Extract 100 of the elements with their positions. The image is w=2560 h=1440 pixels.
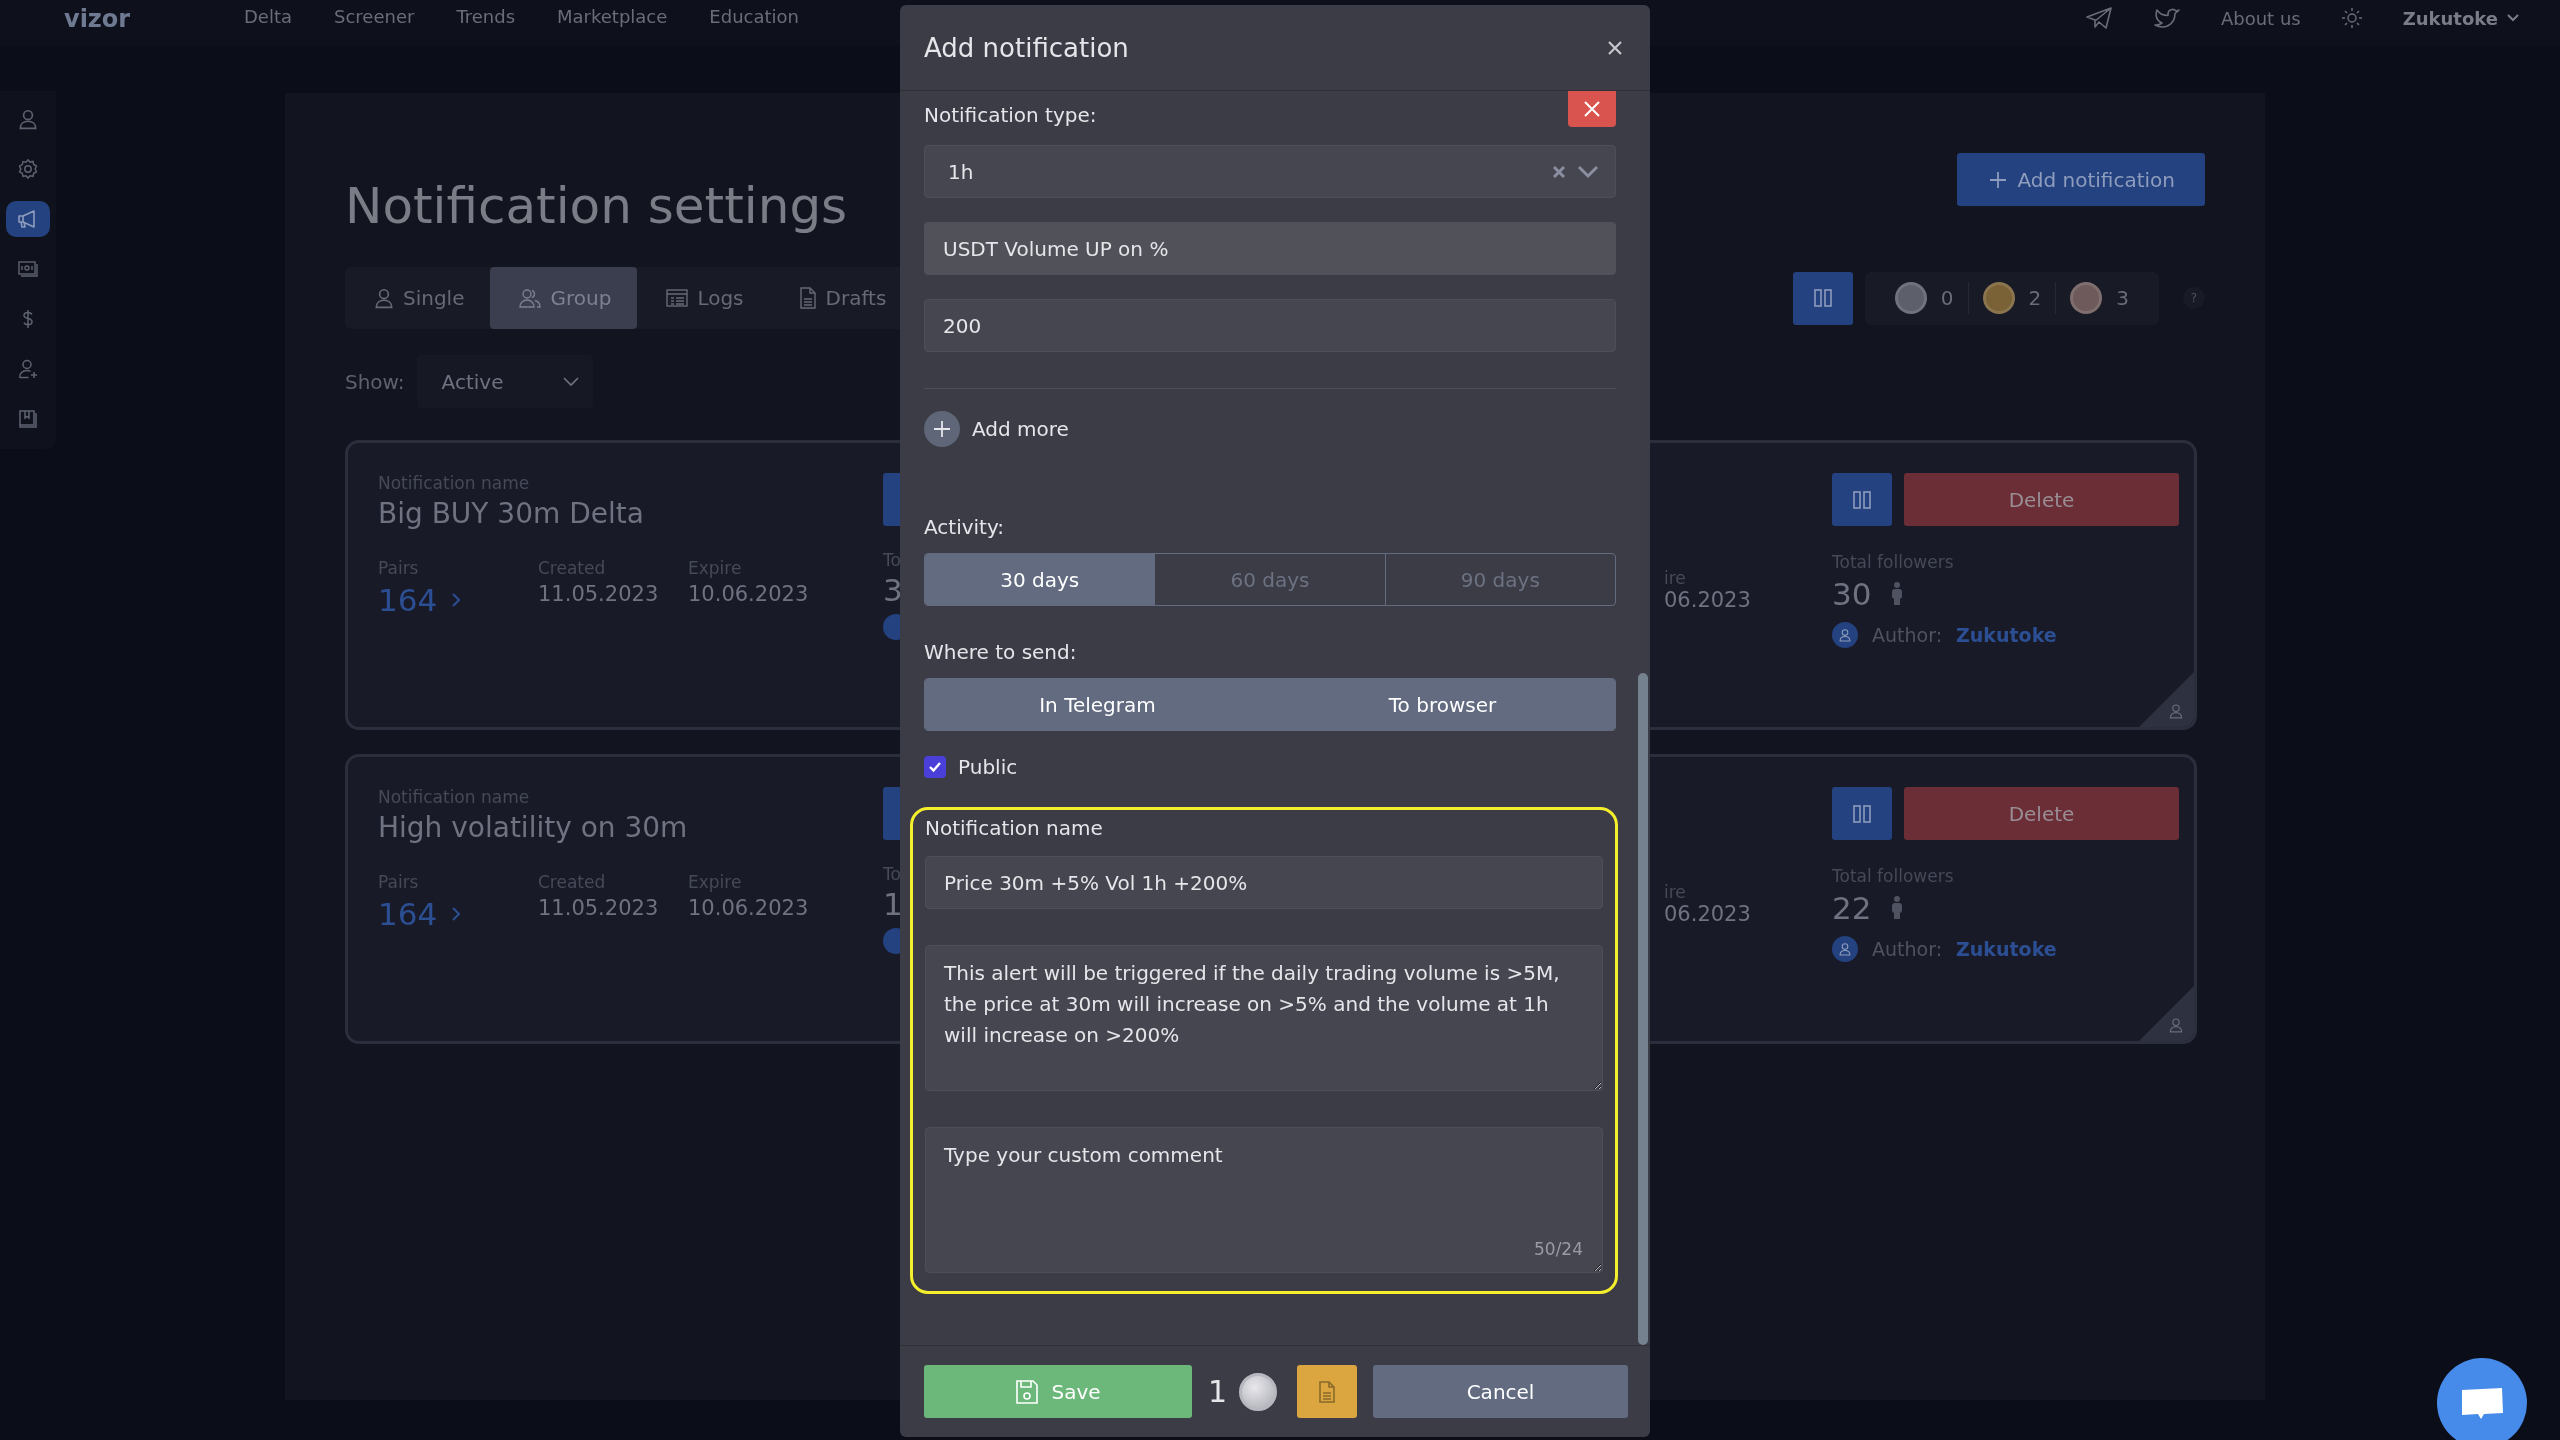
show-dropdown[interactable]: Active <box>416 355 593 408</box>
caret-icon <box>2506 13 2520 23</box>
page-title: Notification settings <box>345 177 848 235</box>
period-option[interactable]: 60 days <box>1154 554 1385 605</box>
tab[interactable]: Single <box>345 267 491 329</box>
user-menu[interactable]: Zukutoke <box>2402 7 2520 29</box>
field-label: Notification name <box>925 816 1104 840</box>
description-field[interactable]: This alert will be triggered if the daily trading volume is >5M, the price at 30m will increase on >5% and the volume at 1h will increase on >200% <box>925 945 1603 1091</box>
nav-link[interactable]: Trends <box>456 6 516 27</box>
help-button[interactable]: ? <box>2183 287 2205 309</box>
author-label: Author: <box>1872 938 1943 960</box>
plus-icon <box>933 420 951 438</box>
avatar-icon <box>1832 622 1858 648</box>
author-link[interactable]: Zukutoke <box>1956 624 2057 646</box>
author-link[interactable]: Zukutoke <box>1956 938 2057 960</box>
sun-icon[interactable] <box>2340 7 2363 29</box>
expire-date: 06.2023 <box>1664 902 1752 926</box>
ticker-icon <box>17 258 39 280</box>
type-select[interactable]: 1h <box>924 145 1616 198</box>
tab[interactable]: Drafts <box>769 267 913 329</box>
scrollbar[interactable] <box>1638 673 1648 1345</box>
document-icon <box>797 286 818 310</box>
character-counter: 50/24 <box>1534 1239 1583 1259</box>
clear-icon[interactable] <box>1551 163 1567 180</box>
expire-date: 10.06.2023 <box>688 582 809 606</box>
coin-count: 3 <box>2116 286 2129 310</box>
expire-date: 06.2023 <box>1664 588 1752 612</box>
add-notification-button[interactable]: Add notification <box>1957 153 2205 206</box>
pairs-link[interactable]: 164 <box>378 896 538 932</box>
expire-date: 10.06.2023 <box>688 896 809 920</box>
cost-value: 1 <box>1208 1374 1228 1409</box>
chevron-icon <box>451 906 462 922</box>
created-date: 11.05.2023 <box>538 582 660 606</box>
save-button[interactable]: Save <box>924 1365 1192 1418</box>
coin-count: 0 <box>1940 286 1954 310</box>
delete-button[interactable]: Delete <box>1904 787 2179 840</box>
nav-link[interactable]: Education <box>709 6 799 27</box>
user-icon <box>17 108 39 130</box>
destination-option[interactable]: To browser <box>1270 679 1615 730</box>
group-icon <box>518 287 543 309</box>
nav-link[interactable]: Marketplace <box>557 6 668 27</box>
followers-count: 1 <box>883 886 904 922</box>
speech-bubble-icon <box>2460 1386 2504 1420</box>
checkbox-label: Public <box>958 755 1018 779</box>
coin-icon <box>1239 1372 1278 1411</box>
user-icon <box>2168 1017 2184 1033</box>
followers-count: 3 <box>883 572 904 608</box>
check-icon <box>928 761 942 773</box>
chevron-icon <box>562 376 579 387</box>
nav-link[interactable]: About us <box>2220 7 2301 29</box>
person-icon <box>1891 582 1904 606</box>
delete-button[interactable]: Delete <box>1904 473 2179 526</box>
logo[interactable]: vizor <box>64 4 184 34</box>
remove-button[interactable] <box>1568 91 1616 127</box>
pairs-link[interactable]: 164 <box>378 582 538 618</box>
followers-count: 30 <box>1832 576 1872 612</box>
followers-count: 22 <box>1832 890 1872 926</box>
pause-icon <box>1811 287 1834 309</box>
public-checkbox[interactable] <box>924 756 946 778</box>
name-field[interactable]: Price 30m +5% Vol 1h +200% <box>925 856 1603 909</box>
field-label: Activity: <box>924 515 1006 539</box>
draft-button[interactable] <box>1297 1365 1358 1418</box>
created-date: 11.05.2023 <box>538 896 660 920</box>
pause-icon <box>1851 802 1873 825</box>
tab[interactable]: Group <box>490 267 638 329</box>
coin-count: 2 <box>2028 286 2042 310</box>
settings-icon <box>17 158 39 180</box>
dialog-title: Add notification <box>924 32 1129 63</box>
close-icon <box>1582 99 1602 119</box>
period-option[interactable]: 90 days <box>1384 554 1615 605</box>
bird-icon[interactable] <box>2152 6 2181 30</box>
book-icon <box>17 408 39 430</box>
chevron-icon <box>451 592 462 608</box>
pause-button[interactable] <box>1792 271 1853 325</box>
paper-plane-icon[interactable] <box>2084 6 2113 30</box>
cancel-button[interactable]: Cancel <box>1373 1365 1628 1418</box>
pause-icon <box>1851 488 1873 511</box>
condition-field[interactable]: USDT Volume UP on % <box>924 222 1616 275</box>
period-option[interactable]: 30 days <box>925 554 1155 605</box>
tab[interactable]: Logs <box>637 267 770 329</box>
field-label: Where to send: <box>924 640 1078 664</box>
nav-link[interactable]: Delta <box>244 6 293 27</box>
sidebar-item[interactable] <box>6 201 50 237</box>
chevron-icon[interactable] <box>1577 164 1599 179</box>
list-icon <box>665 288 690 308</box>
document-icon <box>1317 1379 1338 1404</box>
author-label: Author: <box>1872 624 1943 646</box>
user-icon <box>373 287 395 309</box>
user-icon <box>2168 703 2184 719</box>
pause-button[interactable] <box>1832 473 1892 526</box>
add-user-icon <box>17 358 39 380</box>
avatar-icon <box>1832 936 1858 962</box>
nav-link[interactable]: Screener <box>334 6 415 27</box>
pause-button[interactable] <box>1832 787 1892 840</box>
destination-option[interactable]: In Telegram <box>925 679 1270 730</box>
show-label: Show: <box>345 369 405 394</box>
amount-field[interactable]: 200 <box>924 299 1616 352</box>
close-icon <box>1606 38 1624 57</box>
add-more-button[interactable]: Add more <box>924 411 1069 447</box>
field-label: Notification type: <box>924 103 1097 127</box>
